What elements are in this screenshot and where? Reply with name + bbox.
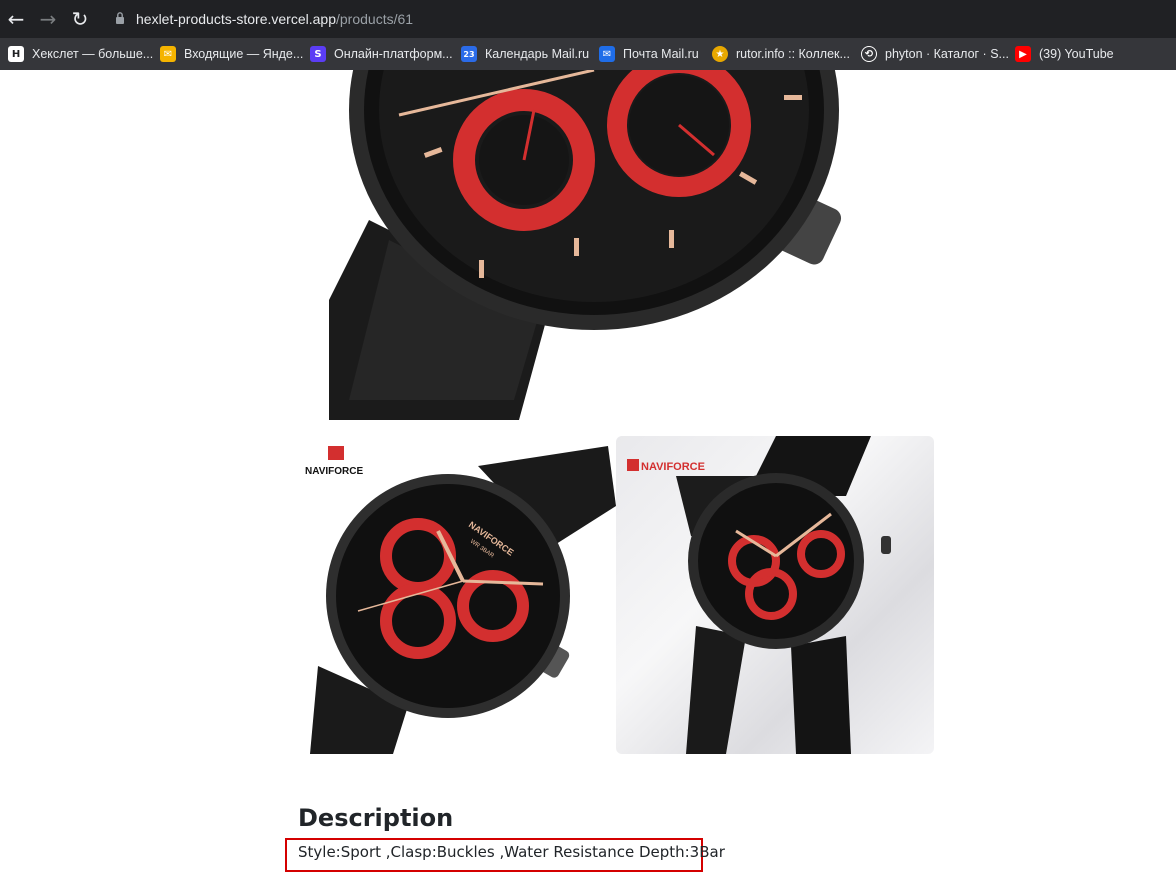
hexlet-icon: H: [8, 46, 24, 62]
reload-icon[interactable]: ↻: [68, 7, 92, 31]
bookmarks-bar: H Хекслет — больше... ✉ Входящие — Янде.…: [0, 38, 1176, 70]
bookmark-label: (39) YouTube: [1039, 47, 1114, 61]
calendar-icon: 23: [461, 46, 477, 62]
bookmark-label: rutor.info :: Коллек...: [736, 47, 850, 61]
watch-image: NAVIFORCE: [627, 436, 891, 754]
browser-toolbar: ← → ↻ hexlet-products-store.vercel.app/p…: [0, 0, 1176, 38]
bookmark-stepik[interactable]: ⟲ phyton · Каталог · S...: [861, 43, 1009, 65]
envelope-icon: ✉: [160, 46, 176, 62]
bookmark-yandex-mail[interactable]: ✉ Входящие — Янде...: [160, 43, 303, 65]
bookmark-label: Входящие — Янде...: [184, 47, 304, 61]
bookmark-rutor[interactable]: ★ rutor.info :: Коллек...: [712, 43, 850, 65]
bookmark-mail[interactable]: ✉ Почта Mail.ru: [599, 43, 699, 65]
lock-icon: [116, 12, 124, 24]
product-thumbnail-1[interactable]: NAVIFORCE NAVIFORCE WR 3BAR: [298, 436, 616, 754]
watch-image: NAVIFORCE NAVIFORCE WR 3BAR: [305, 446, 616, 754]
url-path: /products/61: [336, 11, 414, 27]
bookmark-platform[interactable]: S Онлайн-платформ...: [310, 43, 453, 65]
description-text: Style:Sport ,Clasp:Buckles ,Water Resist…: [298, 843, 725, 861]
mail-icon: ✉: [599, 46, 615, 62]
brand-logo-text: NAVIFORCE: [641, 461, 705, 473]
stepik-icon: ⟲: [861, 46, 877, 62]
bookmark-label: Хекслет — больше...: [32, 47, 154, 61]
bookmark-youtube[interactable]: ▶ (39) YouTube: [1015, 43, 1114, 65]
skillbox-icon: S: [310, 46, 326, 62]
watch-image: [329, 70, 842, 420]
url-host: hexlet-products-store.vercel.app: [136, 11, 336, 27]
address-bar[interactable]: hexlet-products-store.vercel.app/product…: [136, 10, 413, 28]
rutor-icon: ★: [712, 46, 728, 62]
bookmark-label: phyton · Каталог · S...: [885, 47, 1009, 61]
forward-arrow-icon[interactable]: →: [36, 7, 60, 31]
bookmark-label: Календарь Mail.ru: [485, 47, 590, 61]
back-arrow-icon[interactable]: ←: [4, 7, 28, 31]
bookmark-label: Почта Mail.ru: [623, 47, 699, 61]
description-heading: Description: [298, 804, 454, 832]
youtube-icon: ▶: [1015, 46, 1031, 62]
product-main-image[interactable]: [329, 70, 872, 420]
bookmark-hexlet[interactable]: H Хекслет — больше...: [8, 43, 153, 65]
brand-logo-text: NAVIFORCE: [305, 466, 363, 477]
bookmark-label: Онлайн-платформ...: [334, 47, 453, 61]
bookmark-calendar[interactable]: 23 Календарь Mail.ru: [461, 43, 589, 65]
product-thumbnail-2[interactable]: NAVIFORCE: [616, 436, 934, 754]
